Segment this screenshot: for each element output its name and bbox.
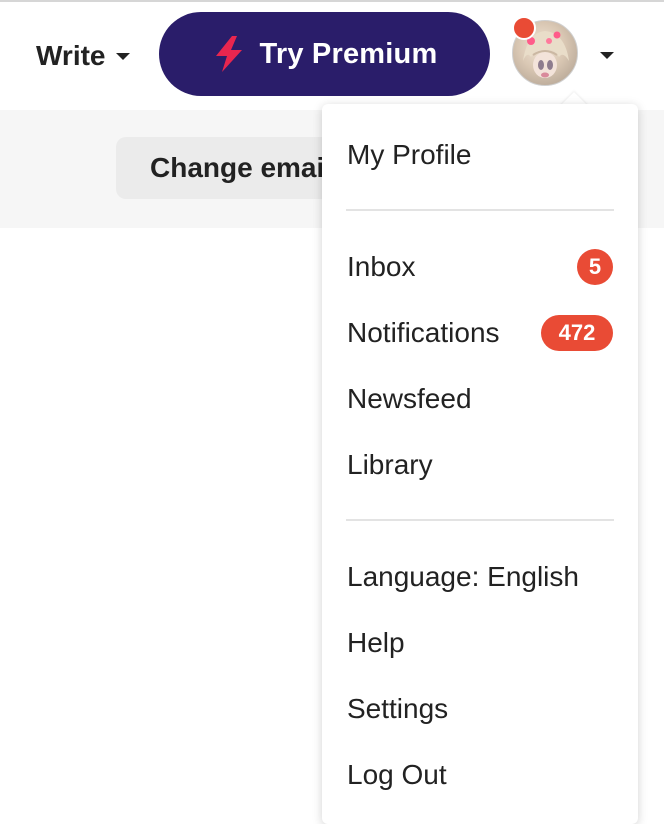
account-chevron-down-icon[interactable] <box>600 52 614 59</box>
change-email-label: Change email <box>150 152 333 183</box>
notification-dot <box>512 16 536 40</box>
lightning-bolt-icon <box>215 36 242 72</box>
user-avatar-button[interactable] <box>512 16 578 86</box>
menu-divider <box>346 209 614 211</box>
menu-item-my-profile[interactable]: My Profile <box>347 131 613 179</box>
menu-item-notifications[interactable]: Notifications 472 <box>347 309 613 357</box>
menu-divider <box>346 519 614 521</box>
menu-item-newsfeed[interactable]: Newsfeed <box>347 375 613 423</box>
menu-item-label: Library <box>347 449 433 480</box>
menu-item-label: Newsfeed <box>347 383 472 414</box>
notifications-count-badge: 472 <box>541 315 613 351</box>
inbox-count-badge: 5 <box>577 249 613 285</box>
menu-item-label: My Profile <box>347 139 472 170</box>
chevron-down-icon <box>115 52 130 60</box>
write-menu-button[interactable]: Write <box>36 36 130 76</box>
menu-item-label: Language: English <box>347 561 579 592</box>
change-email-button[interactable]: Change email <box>116 137 356 199</box>
menu-item-label: Log Out <box>347 759 447 790</box>
menu-item-log-out[interactable]: Log Out <box>347 751 613 799</box>
try-premium-button[interactable]: Try Premium <box>159 12 490 96</box>
account-dropdown-menu: My Profile Inbox 5 Notifications 472 New… <box>322 104 638 824</box>
menu-item-label: Inbox <box>347 251 416 282</box>
menu-item-label: Notifications <box>347 317 500 348</box>
menu-item-help[interactable]: Help <box>347 619 613 667</box>
menu-item-label: Help <box>347 627 405 658</box>
menu-item-inbox[interactable]: Inbox 5 <box>347 243 613 291</box>
menu-item-label: Settings <box>347 693 449 724</box>
try-premium-label: Try Premium <box>259 37 438 70</box>
menu-item-settings[interactable]: Settings <box>347 685 613 733</box>
menu-item-language[interactable]: Language: English <box>347 553 613 601</box>
write-label: Write <box>36 40 106 71</box>
menu-item-library[interactable]: Library <box>347 441 613 489</box>
